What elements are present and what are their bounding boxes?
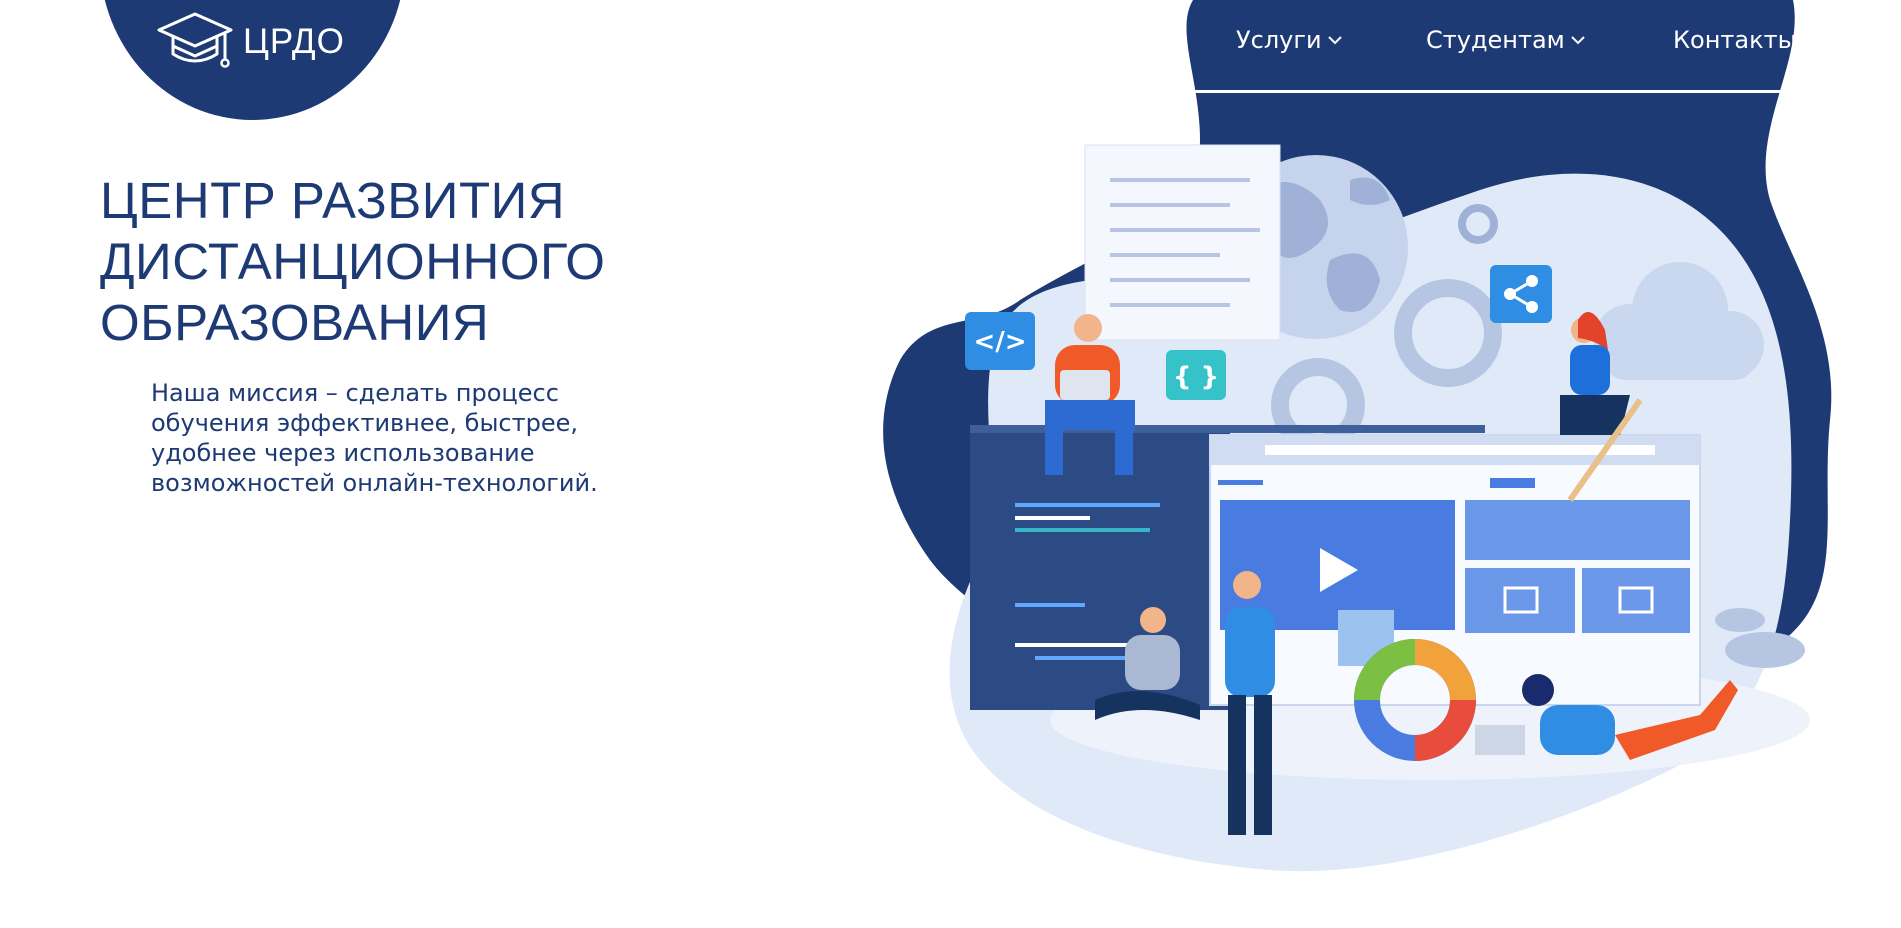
- chevron-down-icon: [1571, 35, 1585, 44]
- main-nav: Услуги Студентам Контакты: [1193, 0, 1797, 95]
- mission-line: Наша миссия – сделать процесс: [151, 379, 559, 407]
- hero-title-line: ЦЕНТР РАЗВИТИЯ: [100, 172, 566, 229]
- share-icon: [1490, 265, 1552, 323]
- mission-text: Наша миссия – сделать процесс обучения э…: [151, 378, 671, 498]
- nav-item-students[interactable]: Студентам: [1426, 26, 1585, 54]
- nav-item-services[interactable]: Услуги: [1236, 26, 1342, 54]
- chevron-down-icon: [1327, 35, 1342, 44]
- nav-item-label: Услуги: [1236, 26, 1322, 54]
- svg-text:</>: </>: [973, 327, 1026, 357]
- nav-underline: [1193, 90, 1791, 93]
- landing-page: ЦРДО ЦЕНТР РАЗВИТИЯ ДИСТАНЦИОННОГО ОБРАЗ…: [0, 0, 1901, 928]
- nav-item-label: Студентам: [1426, 26, 1565, 54]
- logo-link[interactable]: ЦРДО: [155, 10, 345, 74]
- hero-title-line: ОБРАЗОВАНИЯ: [100, 294, 490, 351]
- hero-title: ЦЕНТР РАЗВИТИЯ ДИСТАНЦИОННОГО ОБРАЗОВАНИ…: [100, 170, 605, 353]
- mission-line: возможностей онлайн-технологий.: [151, 469, 598, 497]
- nav-item-contacts[interactable]: Контакты: [1673, 26, 1797, 54]
- graduation-cap-icon: [157, 12, 233, 68]
- mission-line: удобнее через использование: [151, 439, 535, 467]
- svg-text:{ }: { }: [1173, 362, 1219, 392]
- hero-illustration: </> { }: [883, 0, 1832, 872]
- logo-text: ЦРДО: [243, 22, 345, 61]
- mission-line: обучения эффективнее, быстрее,: [151, 409, 578, 437]
- hero-title-line: ДИСТАНЦИОННОГО: [100, 233, 606, 290]
- nav-item-label: Контакты: [1673, 26, 1797, 54]
